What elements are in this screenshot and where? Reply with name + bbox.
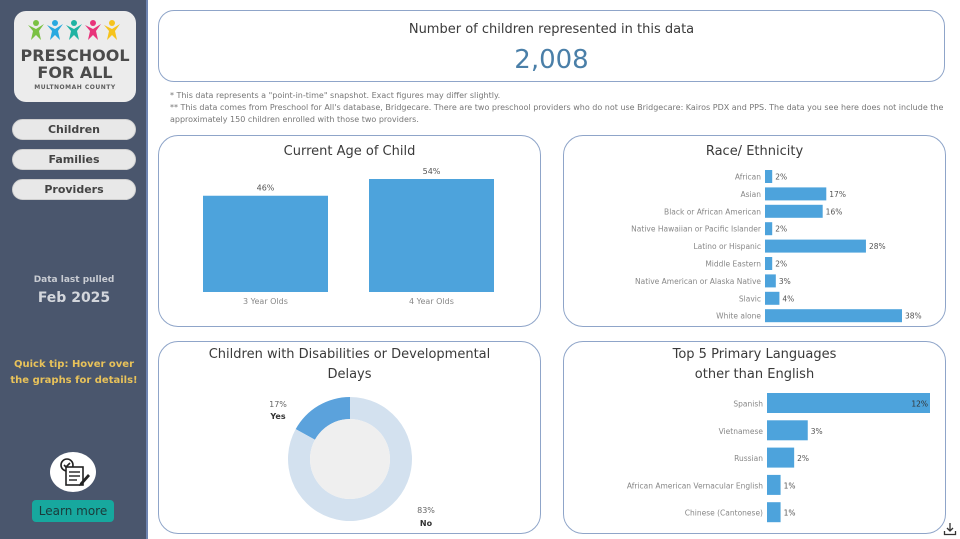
learn-more-button[interactable]: Learn more	[32, 500, 114, 522]
logo-text-for-all: FOR ALL	[37, 63, 113, 82]
race-category-label: Native American or Alaska Native	[635, 277, 761, 286]
sidebar: PRESCHOOL FOR ALL MULTNOMAH COUNTY Child…	[0, 0, 148, 539]
languages-bar-chart[interactable]: Spanish 12% Vietnamese 3% Russian 2% African A…	[564, 342, 947, 535]
race-bar[interactable]	[765, 187, 827, 201]
age-bar-value-label: 54%	[423, 167, 441, 176]
language-bar[interactable]	[767, 474, 781, 495]
donut-yes-category-label: Yes	[269, 412, 285, 421]
language-category-label: Chinese (Cantonese)	[685, 509, 763, 518]
race-category-label: African	[735, 173, 761, 182]
nav-button-families[interactable]: Families	[12, 149, 136, 170]
race-category-label: Slavic	[739, 294, 761, 303]
preschool-for-all-logo: PRESCHOOL FOR ALL MULTNOMAH COUNTY	[14, 11, 136, 102]
race-category-label: Black or African American	[664, 207, 761, 216]
age-bar-chart[interactable]: 46% 3 Year Olds 54% 4 Year Olds	[159, 136, 542, 328]
race-bar[interactable]	[765, 291, 780, 305]
race-category-label: White alone	[716, 312, 761, 321]
data-notes: * This data represents a "point-in-time"…	[170, 90, 945, 126]
children-count-value: 2,008	[514, 45, 589, 75]
race-bar-chart[interactable]: African 2% Asian 17% Black or African Americ…	[564, 136, 947, 328]
data-last-pulled-label: Data last pulled	[33, 275, 115, 285]
race-bar[interactable]	[765, 274, 776, 288]
kid-figure-body[interactable]	[47, 24, 63, 40]
donut-yes-percent-label: 17%	[269, 400, 287, 409]
language-category-label: Spanish	[733, 400, 763, 409]
kid-figure-head	[109, 20, 115, 26]
kid-figure-body[interactable]	[66, 24, 82, 40]
language-bar-value-label: 2%	[797, 454, 809, 463]
children-count-card: Number of children represented in this d…	[158, 10, 945, 82]
language-bar-value-label: 1%	[784, 509, 796, 518]
donut-no-category-label: No	[420, 519, 433, 528]
kid-figure-body[interactable]	[85, 24, 101, 40]
children-count-title: Number of children represented in this d…	[408, 22, 695, 37]
language-bar[interactable]	[767, 393, 930, 413]
age-bar[interactable]	[369, 179, 494, 292]
race-bar-value-label: 28%	[869, 242, 886, 251]
languages-chart-card: Top 5 Primary Languages other than Engli…	[563, 341, 946, 534]
age-category-label: 3 Year Olds	[243, 297, 288, 306]
kid-figure-body[interactable]	[104, 24, 120, 40]
race-bar[interactable]	[765, 170, 773, 183]
disabilities-donut-chart[interactable]: 17% Yes 83% No	[159, 342, 542, 535]
language-bar-value-label: 3%	[811, 427, 823, 436]
race-bar-value-label: 2%	[775, 260, 787, 269]
race-bar[interactable]	[765, 257, 773, 270]
race-category-label: Native Hawaiian or Pacific Islander	[631, 225, 762, 234]
race-bar[interactable]	[765, 309, 902, 323]
nav-button-children[interactable]: Children	[12, 119, 136, 140]
children-figures-icon	[28, 20, 120, 40]
data-last-pulled-date: Feb 2025	[37, 290, 111, 306]
quick-tip-text: Quick tip: Hover over the graphs for det…	[10, 359, 138, 386]
kid-figure-head	[90, 20, 96, 26]
download-icon[interactable]	[943, 521, 957, 536]
language-category-label: African American Vernacular English	[627, 481, 763, 490]
age-category-label: 4 Year Olds	[409, 297, 454, 306]
kid-figure-head	[52, 20, 58, 26]
age-bar[interactable]	[203, 195, 328, 292]
disabilities-chart-card: Children with Disabilities or Developmen…	[158, 341, 541, 534]
race-category-label: Asian	[741, 190, 762, 199]
kid-figure-head	[33, 20, 39, 26]
note-bridgecare: ** This data comes from Preschool for Al…	[170, 103, 944, 124]
race-bar[interactable]	[765, 222, 773, 236]
language-bar-value-label: 1%	[784, 481, 796, 490]
language-bar-value-label: 12%	[911, 400, 928, 409]
donut-hole	[310, 419, 390, 499]
race-bar-value-label: 3%	[779, 277, 791, 286]
race-category-label: Middle Eastern	[705, 260, 761, 269]
language-category-label: Vietnamese	[719, 427, 764, 436]
donut-no-percent-label: 83%	[417, 506, 435, 515]
race-bar-value-label: 4%	[782, 294, 794, 303]
race-bar-value-label: 2%	[775, 173, 787, 182]
document-checklist-icon[interactable]	[50, 452, 96, 492]
race-category-label: Latino or Hispanic	[693, 242, 761, 251]
race-bar-value-label: 2%	[775, 225, 787, 234]
language-bar[interactable]	[767, 420, 808, 441]
language-bar[interactable]	[767, 502, 781, 523]
kid-figure-body[interactable]	[28, 24, 44, 40]
language-category-label: Russian	[734, 454, 763, 463]
race-bar[interactable]	[765, 239, 866, 253]
race-chart-card: Race/ Ethnicity African 2% Asian 17% Black o…	[563, 135, 946, 327]
race-bar-value-label: 16%	[826, 207, 843, 216]
race-bar-value-label: 17%	[829, 190, 846, 199]
logo-text-county: MULTNOMAH COUNTY	[34, 84, 116, 91]
nav-button-providers[interactable]: Providers	[12, 179, 136, 200]
race-bar-value-label: 38%	[905, 312, 922, 321]
kid-figure-head	[71, 20, 77, 26]
language-bar[interactable]	[767, 447, 795, 468]
race-bar[interactable]	[765, 204, 823, 218]
age-chart-card: Current Age of Child 46% 3 Year Olds 54% 4 …	[158, 135, 541, 327]
note-point-in-time: * This data represents a "point-in-time"…	[170, 91, 501, 100]
age-bar-value-label: 46%	[257, 184, 275, 193]
